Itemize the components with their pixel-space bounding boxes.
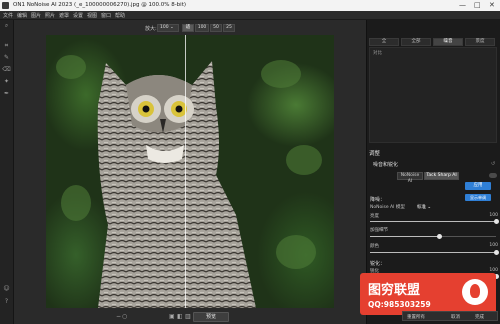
mode-toggle[interactable] bbox=[489, 173, 497, 178]
noise-title: 降噪： bbox=[370, 197, 386, 203]
user-icon[interactable]: ☺ bbox=[2, 285, 11, 293]
view-toolbar: 放大: 100 ⌄ 适 100 50 25 bbox=[14, 22, 366, 34]
noise-row-label: 亮度 bbox=[370, 214, 379, 219]
noise-row-value: 100 bbox=[489, 213, 498, 218]
flame-logo-icon bbox=[462, 279, 488, 305]
owl-image bbox=[97, 61, 256, 308]
photo-canvas[interactable] bbox=[46, 35, 334, 308]
menu-edit[interactable]: 编辑 bbox=[17, 12, 27, 19]
zoom-fit-button[interactable]: 适 bbox=[182, 24, 194, 32]
window-title: ON1 NoNoise AI 2023 (_e_100000006270).jp… bbox=[13, 2, 187, 8]
left-toolbar: ⌗ ✎ ⌫ ✦ ✒ ⌕ ☺ ? bbox=[0, 20, 14, 324]
watermark-brand: 图穷联盟 bbox=[368, 283, 421, 298]
tab-depth[interactable]: 景度 bbox=[465, 38, 495, 46]
watermark-qq: QQ:985303259 bbox=[368, 300, 431, 309]
retouch-icon[interactable]: ✦ bbox=[2, 78, 11, 86]
noise-model-label: NoNoise AI 模型 bbox=[370, 205, 405, 210]
section-title: 调整 bbox=[369, 151, 381, 157]
watermark-badge: 图穷联盟 QQ:985303259 bbox=[360, 273, 496, 315]
sharpen-title: 锐化： bbox=[370, 261, 386, 267]
magnify-icon[interactable]: ⌕ bbox=[2, 22, 11, 30]
tab-noise[interactable]: 噪音 bbox=[433, 38, 463, 46]
preset-tabs: 全 全部 噪音 景度 bbox=[369, 38, 497, 46]
preview-button[interactable]: 预览 bbox=[193, 312, 229, 322]
zoom-value: 100 bbox=[160, 25, 169, 30]
zoom-out-icon[interactable]: − bbox=[116, 313, 121, 320]
menu-view[interactable]: 视图 bbox=[87, 12, 97, 19]
pen-icon[interactable]: ✒ bbox=[2, 90, 11, 98]
tab-all-short[interactable]: 全 bbox=[369, 38, 399, 46]
menu-file[interactable]: 文件 bbox=[3, 12, 13, 19]
menu-settings[interactable]: 设置 bbox=[73, 12, 83, 19]
reset-icon[interactable]: ↺ bbox=[491, 161, 495, 167]
split-view-icon[interactable]: ◧ bbox=[177, 313, 183, 320]
eraser-icon[interactable]: ⌫ bbox=[2, 66, 11, 74]
mode-switch: NoNoise AI Tack Sharp AI bbox=[397, 172, 459, 184]
noise-row-value: 100 bbox=[489, 243, 498, 248]
single-view-icon[interactable]: ▣ bbox=[169, 313, 175, 320]
zoom-select[interactable]: 100 ⌄ bbox=[157, 24, 179, 32]
menu-window[interactable]: 窗口 bbox=[101, 12, 111, 19]
zoom-25-button[interactable]: 25 bbox=[223, 24, 235, 32]
maximize-button[interactable]: □ bbox=[474, 1, 481, 9]
menu-mask[interactable]: 遮罩 bbox=[59, 12, 69, 19]
tab-all[interactable]: 全部 bbox=[401, 38, 431, 46]
crop-icon[interactable]: ⌗ bbox=[2, 42, 11, 50]
zoom-label: 放大: bbox=[145, 26, 157, 32]
done-button[interactable]: 完成 bbox=[475, 314, 484, 320]
minimize-button[interactable]: — bbox=[459, 1, 466, 9]
noise-slider[interactable] bbox=[370, 234, 496, 239]
menu-image[interactable]: 图片 bbox=[31, 12, 41, 19]
apply-button[interactable]: 应用 bbox=[465, 182, 491, 190]
help-icon[interactable]: ? bbox=[2, 298, 11, 306]
zoom-slider-icon[interactable]: ○ bbox=[122, 313, 127, 320]
menu-photo[interactable]: 照片 bbox=[45, 12, 55, 19]
preset-hint: 对比 bbox=[373, 51, 382, 56]
noise-model-select[interactable]: 标准 ⌄ bbox=[417, 204, 431, 210]
menu-help[interactable]: 帮助 bbox=[115, 12, 125, 19]
brush-icon[interactable]: ✎ bbox=[2, 54, 11, 62]
reset-all-button[interactable]: 重置所有 bbox=[407, 314, 425, 320]
noise-row-label: 加强细节 bbox=[370, 228, 388, 233]
menu-bar: 文件 编辑 图片 照片 遮罩 设置 视图 窗口 帮助 bbox=[0, 11, 500, 20]
noise-row-label: 颜色 bbox=[370, 244, 379, 249]
zoom-50-button[interactable]: 50 bbox=[210, 24, 222, 32]
mode-tacksharp[interactable]: Tack Sharp AI bbox=[424, 172, 459, 180]
compare-split-line[interactable] bbox=[185, 35, 186, 308]
noise-slider[interactable] bbox=[370, 219, 499, 224]
side-by-side-icon[interactable]: ▥ bbox=[185, 313, 191, 320]
noise-slider[interactable] bbox=[370, 250, 499, 255]
panel-bottom-bar: 重置所有 取消 完成 bbox=[402, 311, 498, 321]
app-icon bbox=[2, 2, 9, 9]
close-button[interactable]: ✕ bbox=[489, 1, 495, 9]
subsection-title: 噪音和锐化 bbox=[373, 162, 399, 168]
show-mask-button[interactable]: 显示单调 bbox=[465, 194, 491, 201]
zoom-100-button[interactable]: 100 bbox=[195, 24, 209, 32]
title-bar: ON1 NoNoise AI 2023 (_e_100000006270).jp… bbox=[0, 0, 500, 11]
image-workspace: 放大: 100 ⌄ 适 100 50 25 − ○ ▣ ◧ ▥ 预览 bbox=[14, 20, 366, 324]
preset-area: 对比 bbox=[369, 47, 497, 143]
bottom-toolbar: − ○ ▣ ◧ ▥ 预览 bbox=[14, 311, 366, 324]
mode-nonoise[interactable]: NoNoise AI bbox=[397, 172, 423, 184]
noise-model-value: 标准 bbox=[417, 205, 426, 210]
cancel-button[interactable]: 取消 bbox=[451, 314, 460, 320]
